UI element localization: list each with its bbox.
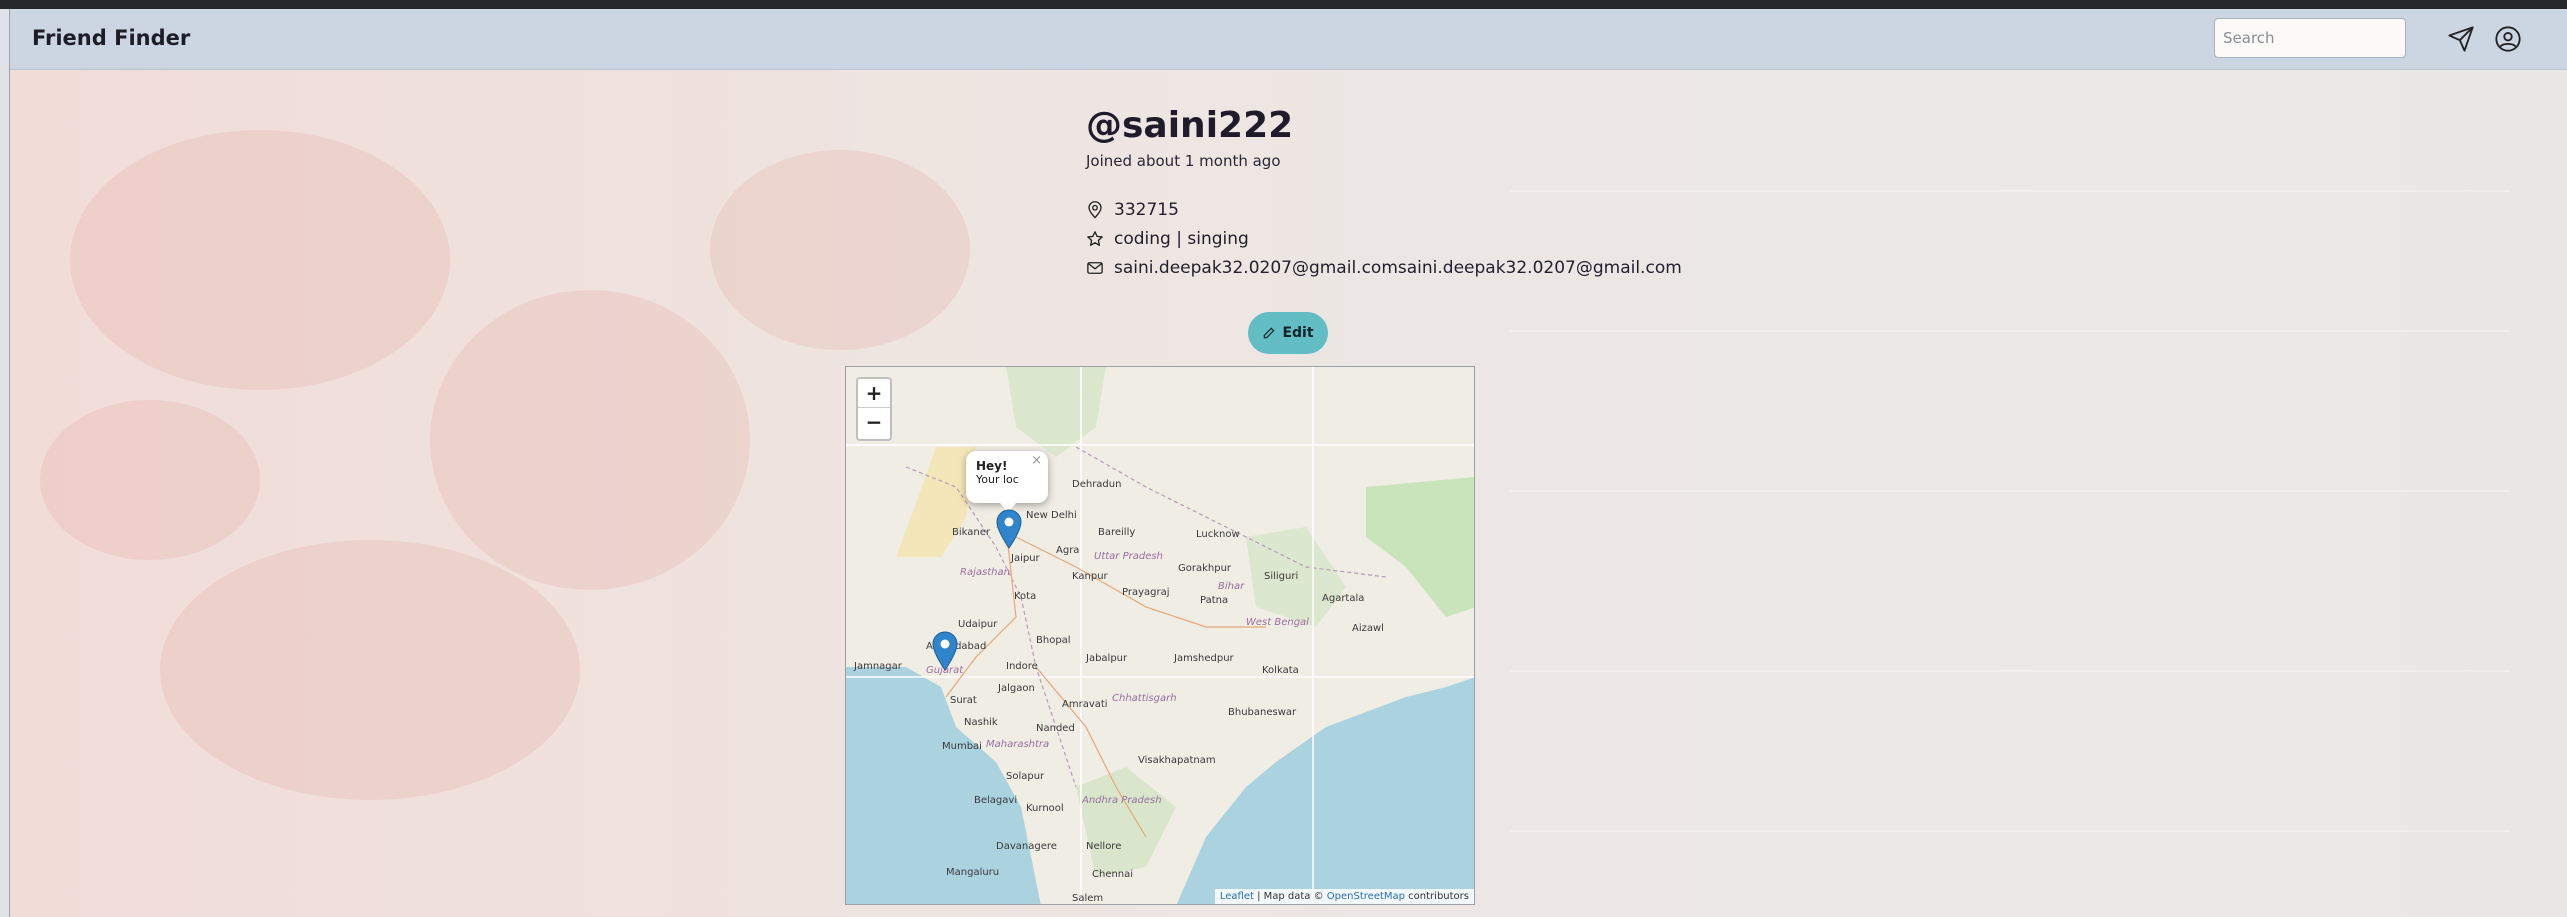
email-row: saini.deepak32.0207@gmail.comsaini.deepa… <box>1086 258 1682 278</box>
map-attribution: Leaflet | Map data © OpenStreetMap contr… <box>1214 889 1474 904</box>
map-view[interactable]: Bikaner New Delhi Dehradun Bareilly Jaip… <box>845 366 1475 905</box>
map-label: Gorakhpur <box>1178 563 1232 574</box>
profile-header: @saini222 Joined about 1 month ago <box>1086 105 1293 170</box>
map-label: Nellore <box>1086 841 1122 852</box>
attribution-middle: | Map data © <box>1253 891 1327 902</box>
popup-close-button[interactable]: × <box>1031 453 1042 468</box>
map-label: Chennai <box>1092 869 1134 880</box>
map-label: Lucknow <box>1196 529 1240 540</box>
joined-date: Joined about 1 month ago <box>1086 152 1281 170</box>
map-label: Bikaner <box>952 527 990 538</box>
map-label: Bareilly <box>1098 527 1136 538</box>
map-state-label: Rajasthan <box>960 567 1010 578</box>
map-label: Mumbai <box>942 741 982 752</box>
map-label: New Delhi <box>1026 510 1077 521</box>
pincode-value: 332715 <box>1114 200 1179 220</box>
map-label: Dehradun <box>1072 479 1122 490</box>
friend-location-marker-icon[interactable] <box>932 631 958 671</box>
map-label: Belagavi <box>974 795 1018 806</box>
map-label: Salem <box>1072 893 1104 904</box>
map-label: Agartala <box>1322 593 1365 604</box>
navbar: Friend Finder <box>10 9 2567 70</box>
map-label: Surat <box>950 695 977 706</box>
leaflet-link[interactable]: Leaflet <box>1220 891 1254 902</box>
map-label: Amravati <box>1062 699 1108 710</box>
mail-icon <box>1087 262 1103 274</box>
map-label: Kurnool <box>1026 803 1064 814</box>
map-label: Jaipur <box>1011 553 1040 564</box>
map-label: Kota <box>1014 591 1037 602</box>
map-state-label: Andhra Pradesh <box>1082 795 1162 806</box>
user-location-marker-icon[interactable] <box>996 509 1022 549</box>
map-zoom-control: + − <box>856 377 892 441</box>
browser-top-strip <box>0 0 2567 9</box>
map-label: Aizawl <box>1352 623 1384 634</box>
map-label: Solapur <box>1006 771 1045 782</box>
brand-title[interactable]: Friend Finder <box>32 26 190 50</box>
account-circle-icon[interactable] <box>2494 25 2522 53</box>
interests-row: coding | singing <box>1086 229 1249 249</box>
send-icon[interactable] <box>2447 25 2475 53</box>
map-label: Bhopal <box>1036 635 1071 646</box>
map-state-label: Bihar <box>1218 581 1245 592</box>
map-label: Jamnagar <box>854 661 902 672</box>
map-label: Jabalpur <box>1086 653 1128 664</box>
search-input[interactable] <box>2214 18 2406 58</box>
map-label: Nashik <box>964 717 998 728</box>
popup-title: Hey! <box>976 459 1008 473</box>
map-label: Davanagere <box>996 841 1057 852</box>
attribution-suffix: contributors <box>1405 891 1469 902</box>
star-icon <box>1087 231 1103 246</box>
pincode-row: 332715 <box>1086 200 1179 220</box>
map-label: Kolkata <box>1262 665 1299 676</box>
map-label: Jalgaon <box>998 683 1035 694</box>
edit-button-label: Edit <box>1282 325 1314 341</box>
map-label: Patna <box>1200 595 1229 606</box>
map-label: Visakhapatnam <box>1138 755 1216 766</box>
map-state-label: Maharashtra <box>986 739 1050 750</box>
map-label: Nanded <box>1036 723 1075 734</box>
map-state-label: West Bengal <box>1246 617 1309 628</box>
edit-button[interactable]: Edit <box>1248 312 1328 354</box>
pencil-icon <box>1264 327 1275 339</box>
window-left-edge <box>0 9 10 917</box>
profile-handle: @saini222 <box>1086 105 1294 146</box>
osm-link[interactable]: OpenStreetMap <box>1327 891 1405 902</box>
map-label: Siliguri <box>1264 571 1299 582</box>
popup-text: Your loc <box>976 473 1019 486</box>
email-value: saini.deepak32.0207@gmail.comsaini.deepa… <box>1114 258 1682 278</box>
interests-value: coding | singing <box>1114 229 1249 249</box>
map-label: Kanpur <box>1072 571 1108 582</box>
zoom-out-button[interactable]: − <box>858 408 890 436</box>
map-label: Prayagraj <box>1122 587 1170 598</box>
map-label: Agra <box>1056 545 1080 556</box>
map-label: Indore <box>1006 661 1038 672</box>
location-popup: × Hey! Your loc <box>966 451 1048 513</box>
map-state-label: Uttar Pradesh <box>1094 551 1163 562</box>
zoom-in-button[interactable]: + <box>858 379 890 408</box>
map-state-label: Chhattisgarh <box>1112 693 1177 704</box>
map-label: Udaipur <box>958 619 998 630</box>
map-label: Jamshedpur <box>1174 653 1234 664</box>
map-label: Mangaluru <box>946 867 1000 878</box>
map-label: Bhubaneswar <box>1228 707 1297 718</box>
location-pin-icon <box>1088 201 1102 219</box>
